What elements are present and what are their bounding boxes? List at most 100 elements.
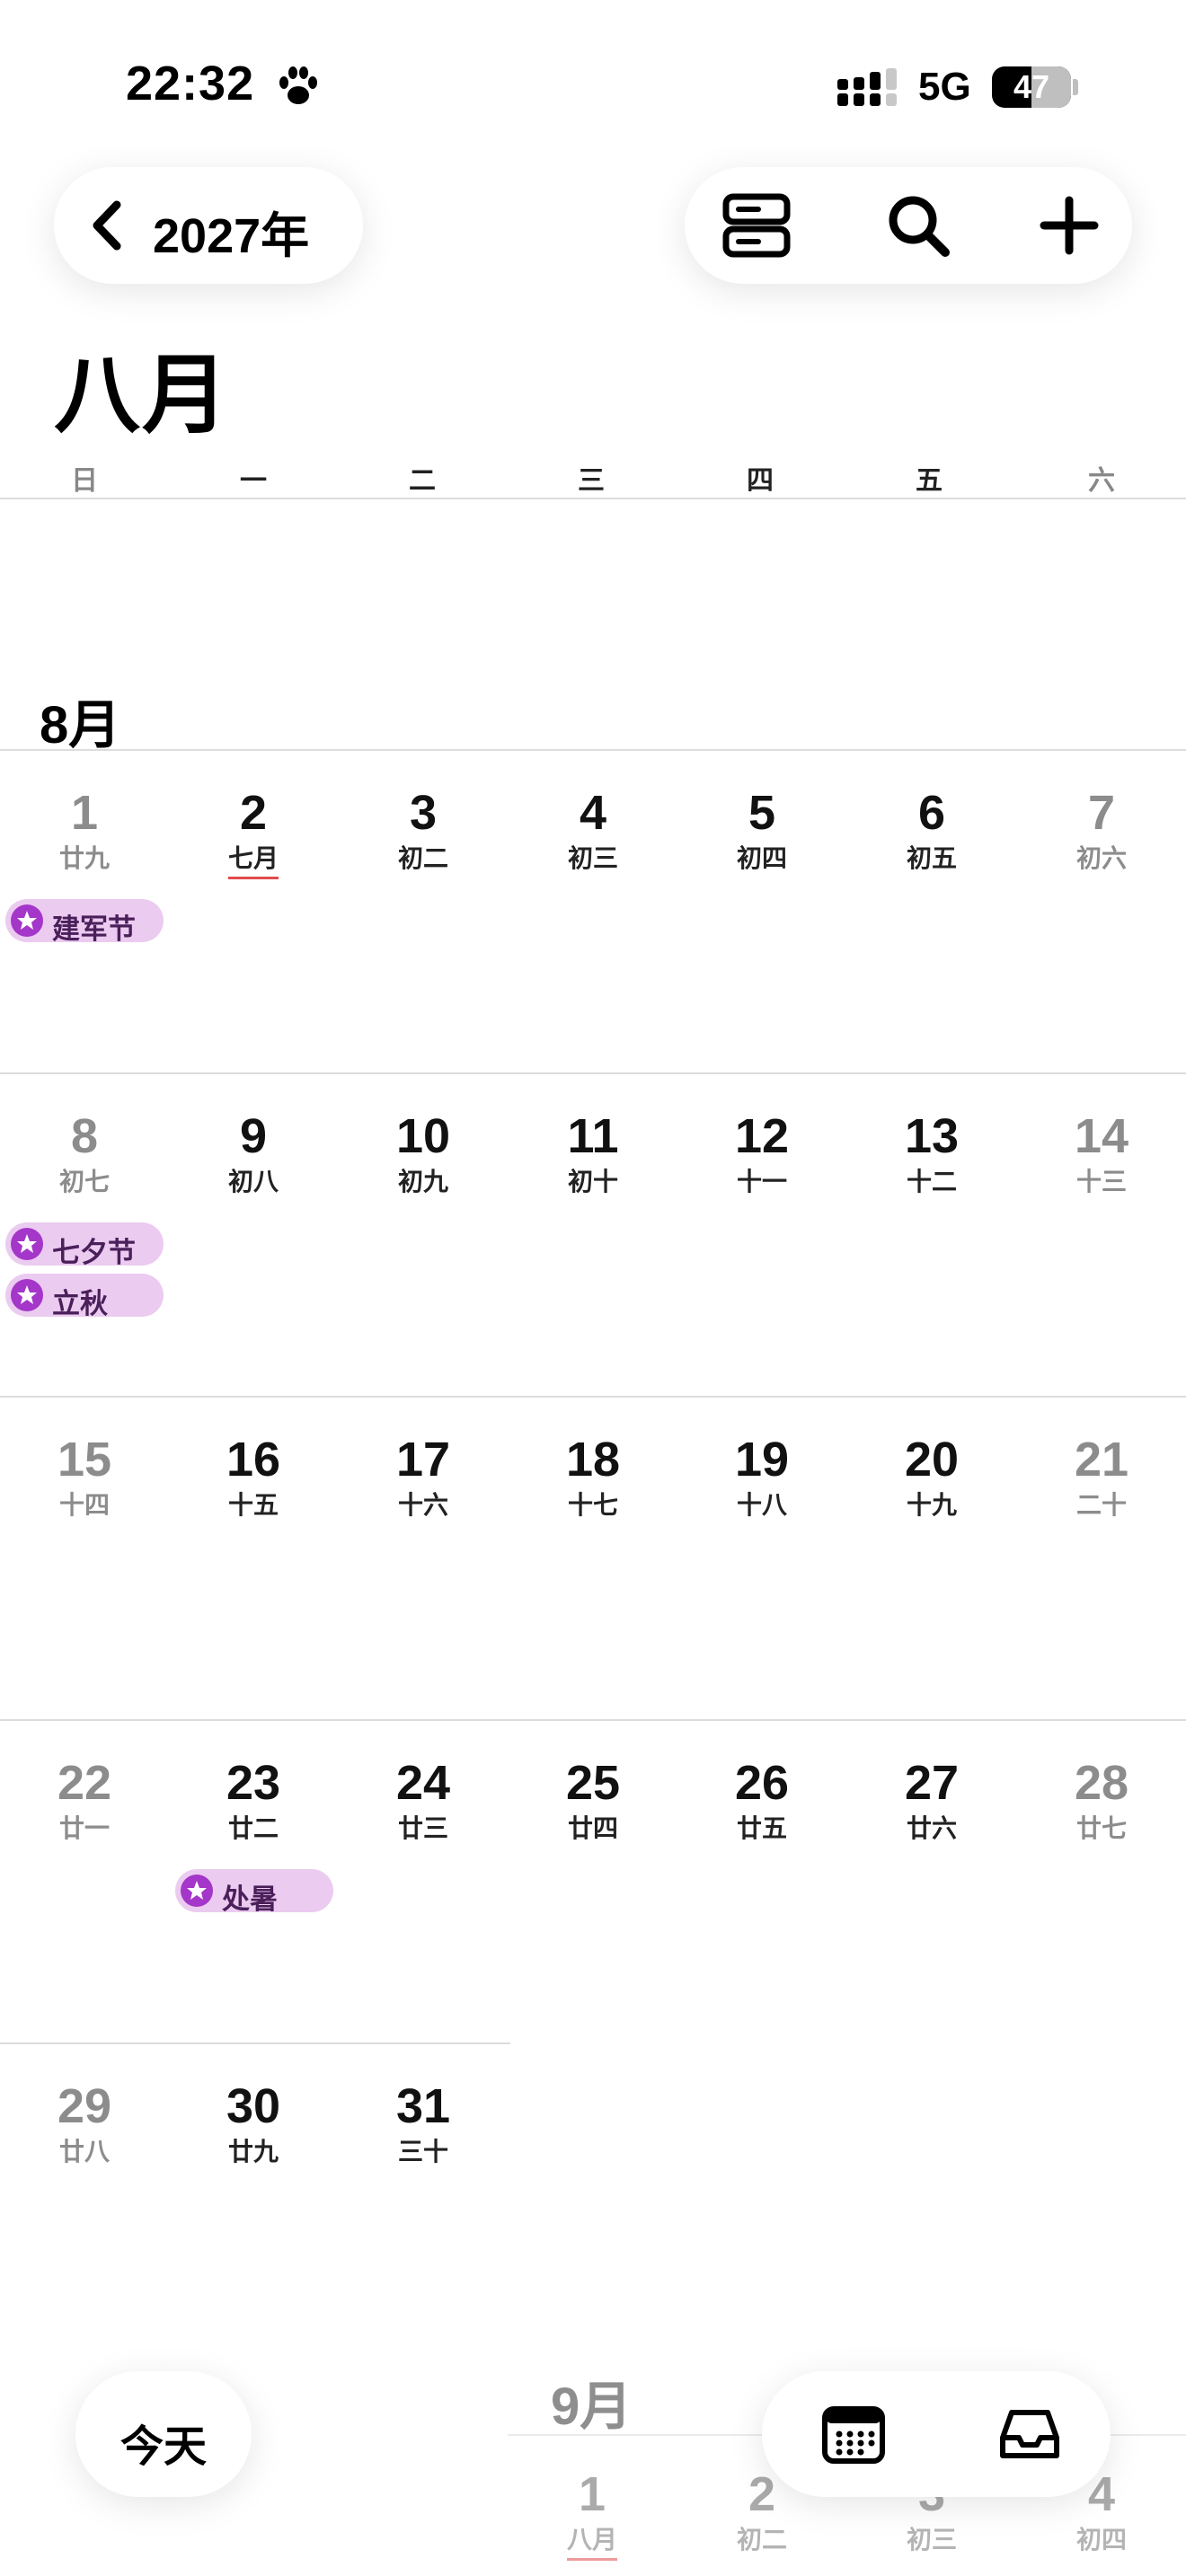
lunar-date: 二十 (1075, 1491, 1127, 1519)
week-divider (0, 1396, 1186, 1398)
week-divider (0, 1072, 1186, 1074)
day-cell[interactable]: 5 初四 (677, 789, 846, 871)
day-number: 22 (57, 1756, 112, 1810)
week-divider (0, 749, 1186, 751)
day-cell[interactable]: 29 廿八 (0, 2082, 169, 2165)
lunar-date: 初五 (906, 844, 957, 872)
lunar-date: 廿三 (397, 1814, 448, 1842)
day-number: 21 (1074, 1433, 1129, 1486)
event-chip[interactable]: 建军节 (5, 899, 164, 945)
day-cell[interactable]: 16 十五 (169, 1435, 338, 1518)
day-cell[interactable]: 25 廿四 (509, 1759, 677, 1841)
inbox-button[interactable] (996, 2400, 1064, 2468)
day-cell[interactable]: 21 二十 (1017, 1435, 1186, 1518)
lunar-date: 初二 (397, 844, 448, 872)
day-number: 17 (395, 1433, 451, 1486)
day-cell[interactable]: 6 初五 (847, 789, 1016, 871)
event-label: 建军节 (52, 913, 136, 945)
day-cell[interactable]: 23 廿二 (169, 1759, 338, 1841)
day-number: 14 (1074, 1109, 1129, 1163)
day-cell[interactable]: 4 初三 (509, 789, 677, 871)
day-cell[interactable]: 1 八月 (508, 2470, 677, 2561)
day-cell[interactable]: 24 廿三 (339, 1759, 508, 1841)
day-cell[interactable]: 22 廿一 (0, 1759, 169, 1841)
day-number: 7 (1087, 786, 1116, 840)
add-event-button[interactable] (1033, 190, 1105, 261)
back-to-year-button[interactable]: 2027年 (54, 167, 363, 284)
day-cell[interactable]: 15 十四 (0, 1435, 169, 1518)
day-cell[interactable]: 30 廿九 (169, 2082, 338, 2165)
day-number: 10 (395, 1109, 451, 1163)
day-cell[interactable]: 19 十八 (677, 1435, 846, 1518)
weekday-tue: 二 (409, 466, 436, 496)
day-number: 18 (565, 1433, 621, 1486)
month-title: 八月 (54, 348, 230, 444)
day-cell[interactable]: 10 初九 (339, 1112, 508, 1195)
lunar-date: 廿一 (58, 1814, 110, 1842)
day-number: 25 (565, 1756, 621, 1810)
battery-tip (1073, 79, 1078, 95)
day-number: 1 (578, 2467, 606, 2521)
lunar-date: 十一 (736, 1168, 787, 1195)
lunar-date: 初九 (397, 1168, 448, 1195)
day-cell[interactable]: 8 初七 (0, 1112, 169, 1195)
event-chip[interactable]: 处暑 (175, 1869, 333, 1915)
day-cell[interactable]: 26 廿五 (677, 1759, 846, 1841)
lunar-date: 初二 (736, 2526, 787, 2554)
event-chip[interactable]: 七夕节 (5, 1222, 164, 1268)
day-cell[interactable]: 12 十一 (677, 1112, 846, 1195)
chevron-left-icon (93, 200, 121, 251)
day-cell[interactable]: 11 初十 (509, 1112, 677, 1195)
today-label: 今天 (119, 2423, 207, 2471)
day-cell[interactable]: 9 初八 (169, 1112, 338, 1195)
weekday-sat: 六 (1088, 466, 1115, 496)
day-cell[interactable]: 1 廿九 (0, 789, 169, 871)
calendar-icon (822, 2406, 885, 2464)
day-cell[interactable]: 28 廿七 (1017, 1759, 1186, 1841)
day-cell[interactable]: 18 十七 (509, 1435, 677, 1518)
search-button[interactable] (882, 190, 954, 261)
day-cell[interactable]: 13 十二 (847, 1112, 1016, 1195)
lunar-date: 初四 (736, 844, 787, 872)
lunar-date: 廿九 (227, 2138, 279, 2166)
weekday-fri: 五 (916, 466, 943, 496)
day-number: 31 (395, 2079, 451, 2133)
today-button[interactable]: 今天 (75, 2371, 252, 2497)
day-number: 3 (409, 786, 438, 840)
day-cell[interactable]: 31 三十 (339, 2082, 508, 2165)
day-number: 16 (226, 1433, 281, 1486)
day-cell[interactable]: 27 廿六 (847, 1759, 1016, 1841)
event-chip[interactable]: 立秋 (5, 1274, 164, 1319)
bottom-toolbar (762, 2371, 1111, 2497)
day-cell[interactable]: 7 初六 (1017, 789, 1186, 871)
lunar-date: 十五 (227, 1491, 279, 1519)
day-cell[interactable]: 14 十三 (1017, 1112, 1186, 1195)
day-number: 29 (57, 2079, 112, 2133)
lunar-date: 初七 (58, 1168, 110, 1195)
plus-icon (1040, 196, 1099, 255)
top-toolbar (685, 167, 1132, 284)
day-cell[interactable]: 20 十九 (847, 1435, 1016, 1518)
lunar-date: 十四 (58, 1491, 110, 1519)
view-toggle-button[interactable] (721, 190, 792, 261)
day-number: 2 (239, 786, 268, 840)
day-cell[interactable]: 17 十六 (339, 1435, 508, 1518)
lunar-date: 十六 (397, 1491, 448, 1519)
day-cell[interactable]: 2 七月 (169, 789, 338, 879)
calendar-button[interactable] (819, 2400, 888, 2468)
day-number: 28 (1074, 1756, 1129, 1810)
lunar-date: 十二 (906, 1168, 957, 1195)
day-number: 4 (579, 786, 607, 840)
day-cell[interactable]: 3 初二 (339, 789, 508, 871)
month-section-label: 8月 (40, 696, 121, 754)
event-label: 七夕节 (52, 1237, 136, 1268)
day-number: 23 (226, 1756, 281, 1810)
next-month-label: 9月 (551, 2378, 633, 2436)
lunar-date: 廿二 (227, 1814, 279, 1842)
lunar-date: 初三 (567, 844, 618, 872)
day-number: 20 (904, 1433, 960, 1486)
weekday-divider (0, 498, 1186, 499)
day-number: 30 (226, 2079, 281, 2133)
day-number: 5 (748, 786, 776, 840)
lunar-date: 初六 (1075, 844, 1127, 872)
